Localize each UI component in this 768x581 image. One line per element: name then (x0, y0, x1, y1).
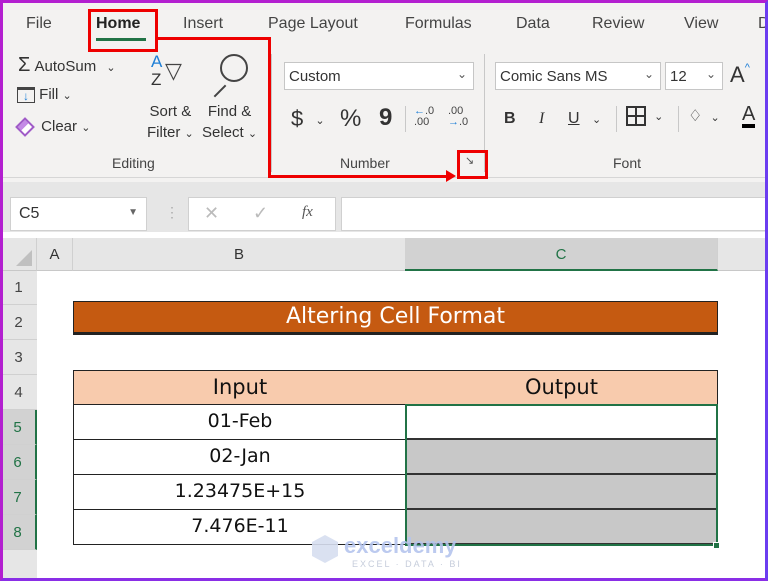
tab-home[interactable]: Home (96, 15, 140, 33)
drag-handle-icon[interactable]: ⋮ (165, 204, 179, 221)
percent-button[interactable]: % (340, 105, 361, 133)
currency-button[interactable]: $ ⌄ (291, 106, 325, 132)
chevron-down-icon: ⌄ (705, 67, 716, 81)
chevron-down-icon: ⌄ (643, 67, 654, 81)
editing-group-label: Editing (112, 155, 155, 171)
column-header-d[interactable] (718, 238, 768, 271)
cancel-icon[interactable]: ✕ (204, 203, 219, 224)
worksheet-grid: A B C 1 2 3 4 5 6 7 8 Altering Cell Form… (0, 232, 768, 581)
sort-filter-button[interactable]: Sort & Filter ⌄ (147, 101, 194, 145)
name-box[interactable]: C5 ▼ (10, 197, 147, 231)
chevron-down-icon: ⌄ (315, 114, 325, 127)
sort-filter-icon: A Z ▽ (151, 52, 182, 89)
fill-button[interactable]: ↓ Fill ⌄ (17, 86, 72, 104)
chevron-down-icon: ⌄ (81, 122, 91, 134)
font-size-dropdown[interactable]: 12 ⌄ (665, 62, 723, 90)
column-header-a[interactable]: A (37, 238, 73, 271)
select-all-triangle-icon (16, 250, 32, 266)
fill-down-icon: ↓ (17, 87, 35, 104)
tab-view[interactable]: View (684, 15, 718, 33)
font-group-label: Font (613, 155, 642, 171)
output-cell[interactable] (406, 475, 718, 510)
dropdown-arrow-icon: ▼ (128, 207, 138, 218)
row-header-7[interactable]: 7 (0, 480, 37, 515)
chevron-down-icon: ⌄ (247, 128, 258, 140)
ribbon-tabs: File Home Insert Page Layout Formulas Da… (0, 0, 768, 48)
autosum-button[interactable]: Σ AutoSum ⌄ (18, 54, 116, 77)
column-header-b[interactable]: B (73, 238, 406, 271)
dialog-launcher-icon[interactable]: ↘ (465, 154, 474, 167)
tab-page-layout[interactable]: Page Layout (268, 15, 358, 33)
bold-button[interactable]: B (504, 110, 516, 128)
input-cell[interactable]: 01-Feb (73, 405, 407, 440)
row-header-9[interactable] (0, 550, 37, 581)
output-cell[interactable] (406, 405, 718, 440)
chevron-down-icon: ⌄ (106, 62, 116, 74)
chevron-down-icon: ⌄ (62, 90, 72, 102)
group-divider (484, 54, 485, 172)
tab-file[interactable]: File (26, 15, 52, 33)
fill-handle[interactable] (713, 542, 720, 549)
row-header-6[interactable]: 6 (0, 445, 37, 480)
italic-button[interactable]: I (539, 110, 544, 128)
fill-color-button[interactable]: ♢ ⌄ (688, 106, 720, 126)
insert-function-icon[interactable]: fx (302, 204, 313, 221)
column-header-c[interactable]: C (405, 238, 718, 271)
divider (616, 106, 617, 132)
paint-bucket-icon: ♢ (688, 108, 703, 125)
header-input[interactable]: Input (73, 370, 407, 405)
chevron-down-icon: ⌄ (592, 114, 602, 126)
header-output[interactable]: Output (406, 370, 718, 405)
number-format-dropdown[interactable]: Custom ⌄ (284, 62, 474, 90)
annotation-arrow-head-icon (446, 170, 456, 182)
underline-button[interactable]: U ⌄ (568, 110, 601, 128)
formula-buttons: ✕ ✓ fx (188, 197, 336, 231)
comma-style-button[interactable]: 9 (379, 104, 392, 132)
font-color-button[interactable]: A (742, 104, 756, 128)
tab-formulas[interactable]: Formulas (405, 15, 472, 33)
row-header-3[interactable]: 3 (0, 340, 37, 375)
divider (678, 106, 679, 132)
find-select-button[interactable]: Find & Select ⌄ (202, 101, 257, 145)
magnifier-icon (210, 54, 250, 98)
divider (405, 106, 406, 132)
tab-insert[interactable]: Insert (183, 15, 223, 33)
formula-bar: C5 ▼ ⋮ ✕ ✓ fx (0, 182, 768, 232)
row-header-2[interactable]: 2 (0, 305, 37, 340)
tab-data[interactable]: Data (516, 15, 550, 33)
chevron-down-icon: ⌄ (184, 128, 194, 140)
input-cell[interactable]: 1.23475E+15 (73, 475, 407, 510)
decrease-decimal-icon[interactable]: .00 →.0 (448, 106, 468, 128)
ribbon: Σ AutoSum ⌄ ↓ Fill ⌄ Clear ⌄ A Z ▽ Sort … (0, 48, 768, 178)
output-cell[interactable] (406, 440, 718, 475)
increase-font-size-button[interactable]: A^ (730, 62, 750, 88)
clear-button[interactable]: Clear ⌄ (15, 117, 91, 137)
enter-icon[interactable]: ✓ (253, 203, 268, 224)
group-divider (271, 54, 272, 172)
title-cell[interactable]: Altering Cell Format (73, 301, 718, 335)
borders-button[interactable]: ⌄ (626, 106, 663, 126)
tab-review[interactable]: Review (592, 15, 644, 33)
tab-more[interactable]: D (758, 15, 768, 33)
number-group-label: Number (340, 155, 390, 171)
eraser-icon (15, 117, 35, 137)
row-header-1[interactable]: 1 (0, 271, 37, 305)
borders-icon (626, 106, 646, 126)
chevron-down-icon: ⌄ (654, 110, 664, 123)
row-header-4[interactable]: 4 (0, 375, 37, 410)
caret-up-icon: ^ (744, 62, 750, 74)
sigma-icon: Σ (18, 54, 31, 76)
font-name-dropdown[interactable]: Comic Sans MS ⌄ (495, 62, 661, 90)
input-cell[interactable]: 02-Jan (73, 440, 407, 475)
active-tab-indicator (96, 38, 146, 41)
chevron-down-icon: ⌄ (456, 67, 467, 81)
chevron-down-icon: ⌄ (710, 112, 720, 124)
formula-input[interactable] (341, 197, 768, 231)
select-all-button[interactable] (0, 238, 37, 271)
row-header-5[interactable]: 5 (0, 410, 37, 445)
increase-decimal-icon[interactable]: ←.0.00 (414, 106, 434, 128)
row-header-8[interactable]: 8 (0, 515, 37, 550)
